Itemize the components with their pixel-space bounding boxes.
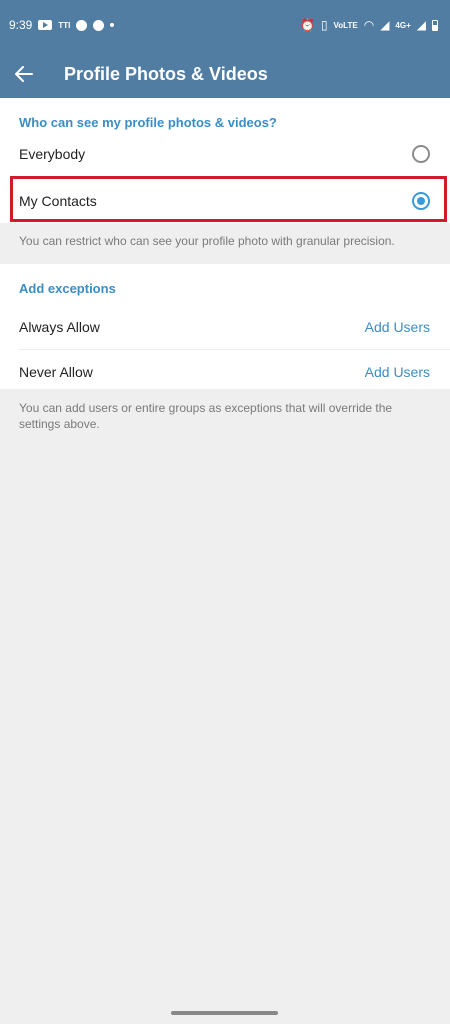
radio-my-contacts[interactable] — [412, 192, 430, 210]
radio-everybody[interactable] — [412, 145, 430, 163]
always-allow-label: Always Allow — [19, 319, 100, 335]
option-everybody-label: Everybody — [19, 146, 86, 162]
signal-icon-2: ◢ — [416, 18, 426, 32]
status-time: 9:39 — [9, 18, 33, 32]
battery-icon — [432, 19, 438, 31]
alarm-icon: ⏰ — [299, 18, 315, 32]
status-right: ⏰ ▯ VoLTE ◠ ◢ 4G+ ◢ — [300, 19, 438, 31]
page-title: Profile Photos & Videos — [64, 63, 268, 84]
visibility-hint: You can restrict who can see your profil… — [19, 234, 395, 248]
volte-icon: VoLTE — [333, 20, 358, 30]
status-bar: 9:39 TTI ⏰ ▯ VoLTE ◠ ◢ 4G+ ◢ — [0, 0, 450, 50]
never-allow-label: Never Allow — [19, 364, 93, 380]
visibility-section: Who can see my profile photos & videos? … — [0, 98, 450, 223]
network-type-icon: 4G+ — [395, 20, 411, 30]
always-allow-add-users[interactable]: Add Users — [365, 319, 430, 335]
toolbar: Profile Photos & Videos — [0, 50, 450, 98]
vibrate-icon: ▯ — [320, 18, 328, 32]
status-left: 9:39 TTI — [9, 18, 115, 32]
exceptions-section: Add exceptions Always Allow Add Users Ne… — [0, 264, 450, 389]
youtube-notification-icon — [38, 20, 53, 30]
notification-dot-icon-2 — [93, 19, 105, 31]
back-arrow-icon — [15, 66, 33, 82]
option-everybody[interactable]: Everybody — [0, 136, 450, 172]
notification-dot-icon — [76, 19, 88, 31]
never-allow-add-users[interactable]: Add Users — [365, 364, 430, 380]
never-allow-row[interactable]: Never Allow Add Users — [0, 350, 450, 394]
back-button[interactable] — [0, 50, 48, 98]
carrier-notification-icon: TTI — [58, 20, 71, 30]
option-my-contacts-label: My Contacts — [19, 193, 97, 209]
signal-icon: ◢ — [380, 18, 390, 32]
exceptions-hint: You can add users or entire groups as ex… — [19, 401, 393, 431]
hotspot-icon: ◠ — [363, 18, 375, 32]
navigation-handle[interactable] — [171, 1011, 278, 1015]
more-notifications-icon — [110, 23, 115, 27]
always-allow-row[interactable]: Always Allow Add Users — [0, 305, 450, 349]
option-my-contacts[interactable]: My Contacts — [0, 180, 450, 222]
